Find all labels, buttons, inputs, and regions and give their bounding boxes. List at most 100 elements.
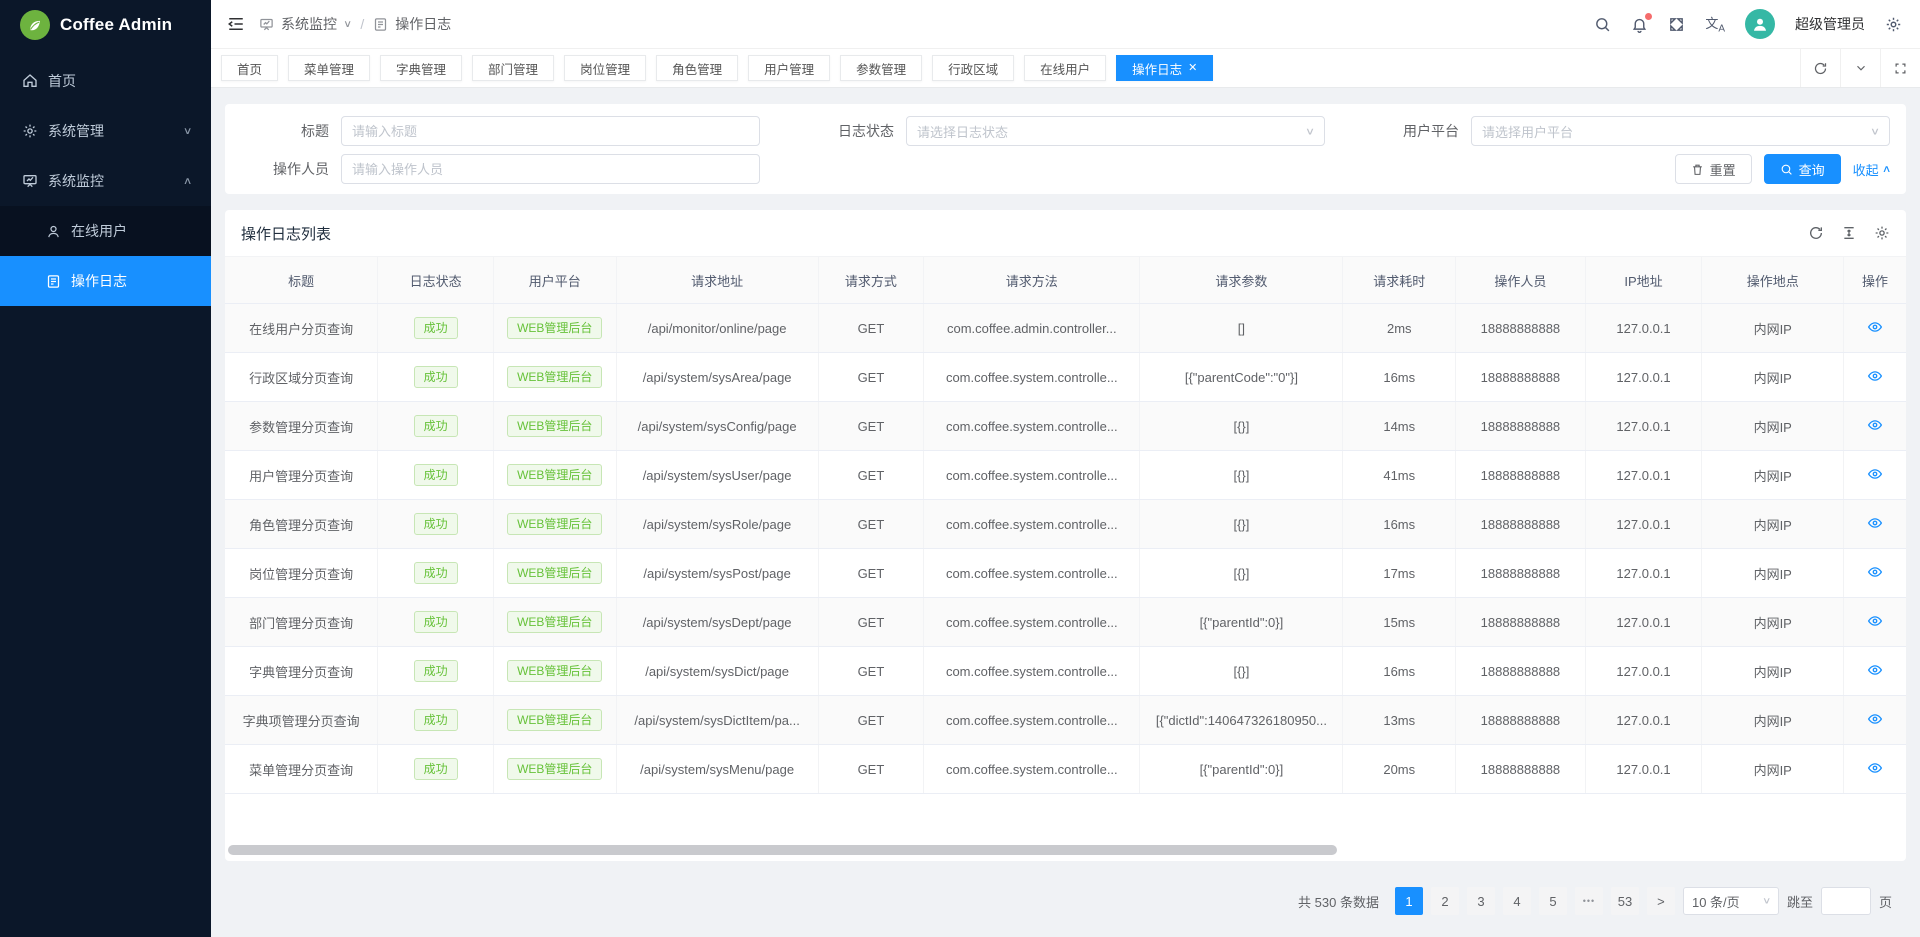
cell-log-status: 成功 bbox=[378, 647, 494, 696]
tab[interactable]: 菜单管理 ✕ bbox=[288, 55, 370, 81]
cell-title: 在线用户分页查询 bbox=[225, 304, 378, 353]
view-detail-eye-icon[interactable] bbox=[1867, 613, 1883, 629]
reset-button[interactable]: 重置 bbox=[1675, 154, 1752, 184]
sidebar-item-operation-log[interactable]: 操作日志 bbox=[0, 256, 211, 306]
page-size-select[interactable]: 10 条/页 ∨ bbox=[1683, 887, 1779, 915]
form-actions: 重置 查询 收起 ∧ bbox=[1371, 154, 1890, 184]
view-detail-eye-icon[interactable] bbox=[1867, 564, 1883, 580]
next-page-button[interactable]: > bbox=[1647, 887, 1675, 915]
status-badge: 成功 bbox=[414, 709, 458, 731]
page-button[interactable]: ••• bbox=[1575, 887, 1603, 915]
col-location: 操作地点 bbox=[1702, 257, 1844, 304]
horizontal-scrollbar[interactable] bbox=[228, 845, 1337, 855]
cell-duration: 14ms bbox=[1343, 402, 1456, 451]
col-operator: 操作人员 bbox=[1456, 257, 1586, 304]
sidebar-item-system-monitor[interactable]: 系统监控 ∧ bbox=[0, 156, 211, 206]
sidebar-item-online-users[interactable]: 在线用户 bbox=[0, 206, 211, 256]
sidebar-item-home[interactable]: 首页 bbox=[0, 56, 211, 106]
page-button[interactable]: 5 bbox=[1539, 887, 1567, 915]
page-button[interactable]: 2 bbox=[1431, 887, 1459, 915]
tab[interactable]: 参数管理 ✕ bbox=[840, 55, 922, 81]
cell-handler: com.coffee.system.controlle... bbox=[924, 549, 1140, 598]
app-logo: Coffee Admin bbox=[0, 0, 211, 50]
view-detail-eye-icon[interactable] bbox=[1867, 319, 1883, 335]
user-name[interactable]: 超级管理员 bbox=[1795, 14, 1865, 34]
cell-params: [{"parentId":0}] bbox=[1140, 598, 1343, 647]
tab[interactable]: 角色管理 ✕ bbox=[656, 55, 738, 81]
page-button[interactable]: 1 bbox=[1395, 887, 1423, 915]
table-row: 参数管理分页查询 成功 WEB管理后台 /api/system/sysConfi… bbox=[225, 402, 1906, 451]
notification-bell-icon[interactable] bbox=[1631, 16, 1648, 33]
view-detail-eye-icon[interactable] bbox=[1867, 711, 1883, 727]
tab-label: 首页 bbox=[237, 59, 262, 78]
collapse-sidebar-icon[interactable] bbox=[227, 15, 245, 33]
sidebar-item-label: 操作日志 bbox=[71, 271, 191, 291]
view-detail-eye-icon[interactable] bbox=[1867, 466, 1883, 482]
close-icon[interactable]: ✕ bbox=[1188, 63, 1197, 74]
cell-action bbox=[1844, 353, 1906, 402]
page-button[interactable]: 3 bbox=[1467, 887, 1495, 915]
settings-gear-icon[interactable] bbox=[1874, 225, 1890, 241]
query-button[interactable]: 查询 bbox=[1764, 154, 1841, 184]
operator-input[interactable] bbox=[352, 162, 749, 177]
log-status-select[interactable]: 请选择日志状态 ∨ bbox=[906, 116, 1325, 146]
cell-action bbox=[1844, 500, 1906, 549]
platform-badge: WEB管理后台 bbox=[507, 758, 602, 780]
fullscreen-icon[interactable] bbox=[1668, 16, 1685, 33]
cell-request-method: GET bbox=[818, 451, 924, 500]
view-detail-eye-icon[interactable] bbox=[1867, 368, 1883, 384]
tab[interactable]: 在线用户 ✕ bbox=[1024, 55, 1106, 81]
view-detail-eye-icon[interactable] bbox=[1867, 515, 1883, 531]
cell-title: 岗位管理分页查询 bbox=[225, 549, 378, 598]
platform-badge: WEB管理后台 bbox=[507, 464, 602, 486]
cell-params: [{}] bbox=[1140, 549, 1343, 598]
cell-handler: com.coffee.system.controlle... bbox=[924, 696, 1140, 745]
tab[interactable]: 字典管理 ✕ bbox=[380, 55, 462, 81]
jump-page-input[interactable] bbox=[1821, 887, 1871, 915]
cell-user-platform: WEB管理后台 bbox=[493, 402, 616, 451]
settings-gear-icon[interactable] bbox=[1885, 16, 1902, 33]
operator-field: 操作人员 bbox=[241, 154, 760, 184]
total-count: 共 530 条数据 bbox=[1298, 892, 1379, 911]
notification-badge bbox=[1645, 13, 1652, 20]
cell-duration: 13ms bbox=[1343, 696, 1456, 745]
page-button[interactable]: 53 bbox=[1611, 887, 1639, 915]
breadcrumb-parent[interactable]: 系统监控 bbox=[281, 14, 337, 34]
tab[interactable]: 岗位管理 ✕ bbox=[564, 55, 646, 81]
tab-label: 部门管理 bbox=[488, 59, 538, 78]
view-detail-eye-icon[interactable] bbox=[1867, 760, 1883, 776]
density-icon[interactable] bbox=[1841, 225, 1857, 241]
tab[interactable]: 部门管理 ✕ bbox=[472, 55, 554, 81]
avatar[interactable] bbox=[1745, 9, 1775, 39]
user-platform-select[interactable]: 请选择用户平台 ∨ bbox=[1471, 116, 1890, 146]
cell-user-platform: WEB管理后台 bbox=[493, 549, 616, 598]
view-detail-eye-icon[interactable] bbox=[1867, 417, 1883, 433]
chevron-down-icon[interactable] bbox=[1840, 49, 1880, 87]
title-input[interactable] bbox=[352, 124, 749, 139]
tab[interactable]: 用户管理 ✕ bbox=[748, 55, 830, 81]
refresh-icon[interactable] bbox=[1808, 225, 1824, 241]
cell-ip: 127.0.0.1 bbox=[1585, 353, 1702, 402]
refresh-icon[interactable] bbox=[1800, 49, 1840, 87]
cell-request-method: GET bbox=[818, 353, 924, 402]
maximize-icon[interactable] bbox=[1880, 49, 1920, 87]
sidebar-item-label: 首页 bbox=[48, 71, 191, 91]
tab[interactable]: 行政区域 ✕ bbox=[932, 55, 1014, 81]
cell-log-status: 成功 bbox=[378, 549, 494, 598]
translate-icon[interactable]: 文A bbox=[1705, 13, 1725, 35]
cell-location: 内网IP bbox=[1702, 745, 1844, 794]
cell-location: 内网IP bbox=[1702, 353, 1844, 402]
trash-icon bbox=[1691, 163, 1704, 176]
tab[interactable]: 操作日志 ✕ bbox=[1116, 55, 1213, 81]
pagination: 共 530 条数据 12345•••53 > 10 条/页 ∨ 跳至 页 bbox=[225, 887, 1906, 915]
search-icon[interactable] bbox=[1594, 16, 1611, 33]
collapse-filters-link[interactable]: 收起 ∧ bbox=[1853, 160, 1890, 179]
sidebar-item-system-management[interactable]: 系统管理 ∨ bbox=[0, 106, 211, 156]
page-button[interactable]: 4 bbox=[1503, 887, 1531, 915]
cell-action bbox=[1844, 402, 1906, 451]
view-detail-eye-icon[interactable] bbox=[1867, 662, 1883, 678]
cell-request-url: /api/system/sysRole/page bbox=[616, 500, 818, 549]
tab[interactable]: 首页 ✕ bbox=[221, 55, 278, 81]
cell-user-platform: WEB管理后台 bbox=[493, 745, 616, 794]
cell-duration: 41ms bbox=[1343, 451, 1456, 500]
